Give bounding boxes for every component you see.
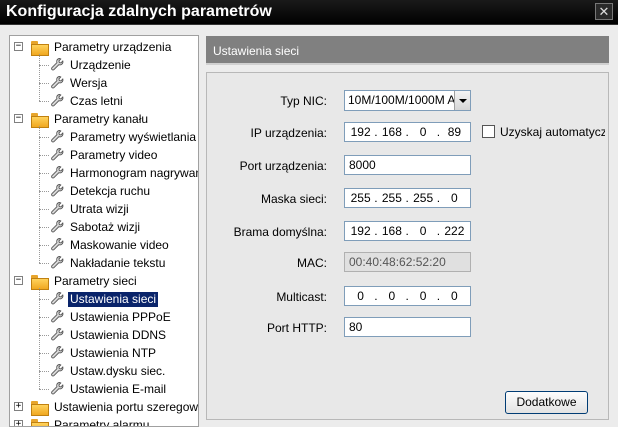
folder-icon bbox=[31, 274, 49, 290]
tree-group-label[interactable]: Parametry alarmu bbox=[52, 418, 151, 427]
device-ip-field[interactable]: 192 168 0 89 bbox=[344, 122, 471, 142]
mask-octet[interactable]: 255 bbox=[374, 189, 407, 207]
device-port-field[interactable]: 8000 bbox=[344, 155, 471, 175]
folder-icon bbox=[31, 418, 49, 426]
ip-octet[interactable]: 89 bbox=[437, 123, 470, 141]
tree-item-label[interactable]: Ustawienia E-mail bbox=[68, 382, 168, 397]
chevron-down-icon[interactable] bbox=[454, 91, 470, 110]
mask-octet[interactable]: 0 bbox=[437, 189, 470, 207]
nic-type-select[interactable]: 10M/100M/1000M Auto bbox=[344, 90, 471, 111]
nic-type-label: Typ NIC: bbox=[280, 94, 327, 108]
tree-item-label[interactable]: Wersja bbox=[68, 76, 109, 91]
expand-icon[interactable]: + bbox=[14, 402, 23, 411]
close-icon[interactable]: ✕ bbox=[595, 3, 613, 20]
mask-octet[interactable]: 255 bbox=[405, 189, 439, 207]
gateway-octet[interactable]: 192 bbox=[345, 222, 376, 240]
wrench-icon bbox=[50, 291, 64, 307]
wrench-icon bbox=[50, 165, 64, 181]
multicast-octet[interactable]: 0 bbox=[437, 287, 470, 305]
window-title: Konfiguracja zdalnych parametrów bbox=[6, 3, 272, 20]
wrench-icon bbox=[50, 57, 64, 73]
wrench-icon bbox=[50, 147, 64, 163]
gateway-octet[interactable]: 222 bbox=[437, 222, 470, 240]
tree-item-label[interactable]: Czas letni bbox=[68, 94, 125, 109]
collapse-icon[interactable]: − bbox=[14, 276, 23, 285]
mask-octet[interactable]: 255 bbox=[345, 189, 376, 207]
folder-icon bbox=[31, 112, 49, 128]
folder-icon bbox=[31, 400, 49, 416]
tree-group-label[interactable]: Parametry kanału bbox=[52, 112, 150, 127]
tree-item[interactable]: Ustaw.dysku siec. bbox=[50, 362, 167, 380]
wrench-icon bbox=[50, 75, 64, 91]
tree-group-label[interactable]: Ustawienia portu szeregowego bbox=[52, 400, 198, 415]
gateway-octet[interactable]: 168 bbox=[374, 222, 407, 240]
wrench-icon bbox=[50, 381, 64, 397]
mac-field: 00:40:48:62:52:20 bbox=[344, 252, 471, 272]
device-ip-label: IP urządzenia: bbox=[250, 126, 328, 140]
wrench-icon bbox=[50, 255, 64, 271]
wrench-icon bbox=[50, 129, 64, 145]
wrench-icon bbox=[50, 327, 64, 343]
folder-icon bbox=[31, 40, 49, 56]
auto-ip-checkbox[interactable] bbox=[482, 125, 495, 138]
wrench-icon bbox=[50, 237, 64, 253]
ip-octet[interactable]: 168 bbox=[374, 123, 407, 141]
tree-group[interactable]: + Parametry alarmu bbox=[13, 416, 151, 427]
http-port-label: Port HTTP: bbox=[266, 321, 327, 335]
tree-group[interactable]: − Parametry urządzenia bbox=[13, 38, 173, 56]
tree-item[interactable]: Utrata wizji bbox=[50, 200, 131, 218]
auto-ip-label: Uzyskaj automatycznie bbox=[500, 125, 605, 139]
mac-label: MAC: bbox=[297, 256, 327, 270]
config-window: Konfiguracja zdalnych parametrów ✕ − Para… bbox=[0, 0, 618, 427]
panel-header: Ustawienia sieci bbox=[206, 36, 609, 65]
tree-group[interactable]: + Ustawienia portu szeregowego bbox=[13, 398, 198, 416]
multicast-octet[interactable]: 0 bbox=[374, 287, 407, 305]
tree-item[interactable]: Ustawienia E-mail bbox=[50, 380, 168, 398]
multicast-octet[interactable]: 0 bbox=[345, 287, 376, 305]
wrench-icon bbox=[50, 201, 64, 217]
wrench-icon bbox=[50, 93, 64, 109]
wrench-icon bbox=[50, 345, 64, 361]
collapse-icon[interactable]: − bbox=[14, 114, 23, 123]
collapse-icon[interactable]: − bbox=[14, 42, 23, 51]
ip-octet[interactable]: 0 bbox=[405, 123, 439, 141]
ip-octet[interactable]: 192 bbox=[345, 123, 376, 141]
tree-item[interactable]: Wersja bbox=[50, 74, 109, 92]
http-port-field[interactable]: 80 bbox=[344, 317, 471, 337]
tree-group-label[interactable]: Parametry sieci bbox=[52, 274, 139, 289]
network-settings-panel: Typ NIC: 10M/100M/1000M Auto IP urządzen… bbox=[206, 72, 609, 420]
wrench-icon bbox=[50, 219, 64, 235]
tree-item[interactable]: Czas letni bbox=[50, 92, 125, 110]
gateway-octet[interactable]: 0 bbox=[405, 222, 439, 240]
tree-item-label[interactable]: Utrata wizji bbox=[68, 202, 131, 217]
subnet-mask-label: Maska sieci: bbox=[260, 192, 327, 206]
device-port-label: Port urządzenia: bbox=[239, 159, 327, 173]
wrench-icon bbox=[50, 183, 64, 199]
panel-title: Ustawienia sieci bbox=[213, 44, 300, 58]
nic-type-value: 10M/100M/1000M Auto bbox=[348, 93, 471, 107]
title-bar[interactable]: Konfiguracja zdalnych parametrów ✕ bbox=[0, 0, 618, 25]
tree-item-label[interactable]: Urządzenie bbox=[68, 58, 133, 73]
multicast-label: Multicast: bbox=[276, 290, 327, 304]
wrench-icon bbox=[50, 363, 64, 379]
more-settings-button[interactable]: Dodatkowe bbox=[505, 391, 588, 414]
gateway-field[interactable]: 192 168 0 222 bbox=[344, 221, 471, 241]
tree-group[interactable]: − Parametry sieci bbox=[13, 272, 139, 290]
tree-item-label[interactable]: Maskowanie video bbox=[68, 238, 171, 253]
tree-group-label[interactable]: Parametry urządzenia bbox=[52, 40, 173, 55]
subnet-mask-field[interactable]: 255 255 255 0 bbox=[344, 188, 471, 208]
multicast-field[interactable]: 0 0 0 0 bbox=[344, 286, 471, 306]
expand-icon[interactable]: + bbox=[14, 420, 23, 426]
tree-item-label[interactable]: Ustaw.dysku siec. bbox=[68, 364, 167, 379]
gateway-label: Brama domyślna: bbox=[233, 225, 327, 239]
tree-item[interactable]: Ustawienia NTP bbox=[50, 344, 158, 362]
tree-item-label[interactable]: Ustawienia NTP bbox=[68, 346, 158, 361]
tree-item[interactable]: Urządzenie bbox=[50, 56, 133, 74]
multicast-octet[interactable]: 0 bbox=[405, 287, 439, 305]
wrench-icon bbox=[50, 309, 64, 325]
